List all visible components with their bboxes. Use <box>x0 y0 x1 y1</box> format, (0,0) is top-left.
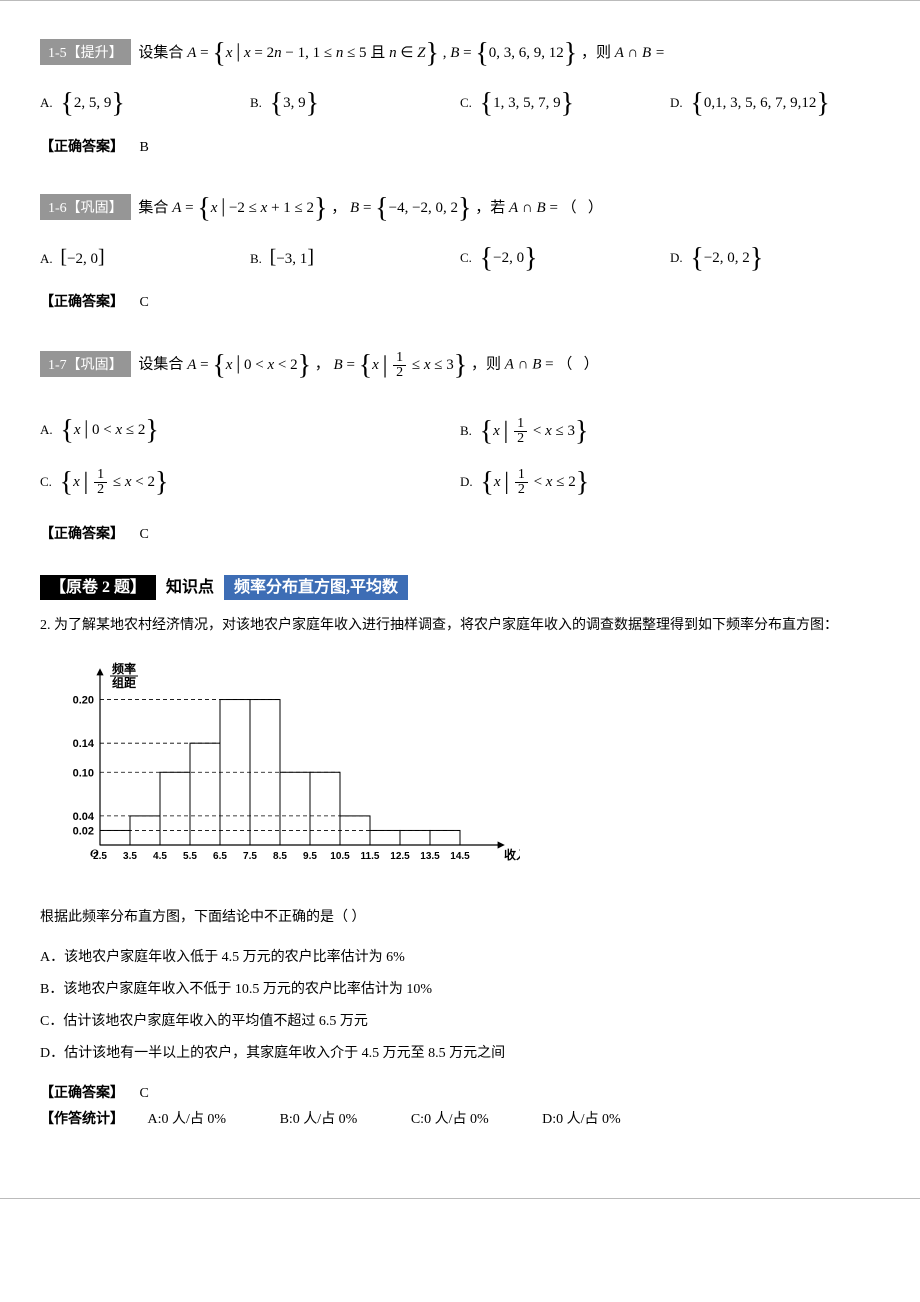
svg-text:10.5: 10.5 <box>330 851 350 862</box>
answer-1-5: 【正确答案】 B <box>40 136 880 156</box>
tag-1-7: 1-7【巩固】 <box>40 351 131 377</box>
svg-text:11.5: 11.5 <box>361 851 380 862</box>
stem-math: A = {x | x = 2n − 1, 1 ≤ n ≤ 5 且 n ∈ Z} … <box>187 45 581 61</box>
svg-text:9.5: 9.5 <box>303 851 317 862</box>
answer-label: 【正确答案】 <box>40 527 124 542</box>
answer-label: 【正确答案】 <box>40 295 124 310</box>
svg-text:4.5: 4.5 <box>153 851 167 862</box>
stem-1-5: 设集合 A = {x | x = 2n − 1, 1 ≤ n ≤ 5 且 n ∈… <box>138 45 665 61</box>
svg-text:0.14: 0.14 <box>73 738 95 750</box>
stats-2: 【作答统计】 A:0 人/占 0% B:0 人/占 0% C:0 人/占 0% … <box>40 1108 880 1128</box>
opt-B: B. {3, 9} <box>250 85 460 122</box>
svg-text:频率: 频率 <box>112 661 136 676</box>
opt-B: B. [−3, 1] <box>250 240 460 277</box>
tag-1-6: 1-6【巩固】 <box>40 194 131 220</box>
svg-text:0.04: 0.04 <box>73 811 95 823</box>
options-1-5: A. {2, 5, 9} B. {3, 9} C. {1, 3, 5, 7, 9… <box>40 85 880 122</box>
svg-text:O: O <box>90 846 99 860</box>
opt-D: D. {x | 12 < x ≤ 2} <box>460 462 880 503</box>
answer-label: 【正确答案】 <box>40 1086 124 1101</box>
q2-opt-A: A．该地农户家庭年收入低于 4.5 万元的农户比率估计为 6% <box>40 944 880 972</box>
answer-2: 【正确答案】 C <box>40 1082 880 1102</box>
svg-text:0.02: 0.02 <box>73 825 94 837</box>
stem-pre: 设集合 <box>138 45 187 61</box>
header-blue: 频率分布直方图,平均数 <box>224 575 408 600</box>
stem-post: ，则 <box>471 357 505 373</box>
stem-1-6: 集合 A = {x | −2 ≤ x + 1 ≤ 2} ， B = {−4, −… <box>138 200 603 216</box>
question-2: 2. 为了解某地农村经济情况，对该地农户家庭年收入进行抽样调查，将农户家庭年收入… <box>40 613 880 1127</box>
q2-header: 【原卷 2 题】 知识点 频率分布直方图,平均数 <box>40 573 880 597</box>
chart-svg: 频率组距0.020.040.100.140.202.53.54.55.56.57… <box>40 650 520 880</box>
header-mid: 知识点 <box>166 579 214 596</box>
svg-text:0.10: 0.10 <box>73 767 94 779</box>
answer-value: C <box>140 527 149 542</box>
answer-label: 【正确答案】 <box>40 140 124 155</box>
opt-A: A. {x | 0 < x ≤ 2} <box>40 411 460 452</box>
histogram-chart: 频率组距0.020.040.100.140.202.53.54.55.56.57… <box>40 650 880 885</box>
opt-C: C. {x | 12 ≤ x < 2} <box>40 462 460 503</box>
answer-1-6: 【正确答案】 C <box>40 291 880 311</box>
q2-opt-C: C．估计该地农户家庭年收入的平均值不超过 6.5 万元 <box>40 1008 880 1036</box>
svg-text:12.5: 12.5 <box>390 851 410 862</box>
q2-body-text: 为了解某地农村经济情况，对该地农户家庭年收入进行抽样调查，将农户家庭年收入的调查… <box>54 618 838 633</box>
header-black: 【原卷 2 题】 <box>40 575 156 600</box>
svg-text:3.5: 3.5 <box>123 851 137 862</box>
svg-text:6.5: 6.5 <box>213 851 227 862</box>
q2-opt-D: D．估计该地有一半以上的农户，其家庭年收入介于 4.5 万元至 8.5 万元之间 <box>40 1040 880 1068</box>
svg-text:0.20: 0.20 <box>73 695 94 707</box>
svg-text:14.5: 14.5 <box>450 851 470 862</box>
svg-text:5.5: 5.5 <box>183 851 197 862</box>
opt-A: A. {2, 5, 9} <box>40 85 250 122</box>
options-1-6: A. [−2, 0] B. [−3, 1] C. {−2, 0} D. {−2,… <box>40 240 880 277</box>
stem-post: ，若 <box>475 200 509 216</box>
answer-value: B <box>140 140 149 155</box>
question-1-5: 1-5【提升】 设集合 A = {x | x = 2n − 1, 1 ≤ n ≤… <box>40 31 880 156</box>
stats-B: B:0 人/占 0% <box>280 1112 358 1127</box>
q2-opt-B: B．该地农户家庭年收入不低于 10.5 万元的农户比率估计为 10% <box>40 976 880 1004</box>
opt-C: C. {−2, 0} <box>460 240 670 277</box>
answer-value: C <box>140 1086 149 1101</box>
stem-1-7: 设集合 A = {x | 0 < x < 2} ， B = {x | 12 ≤ … <box>138 357 598 373</box>
svg-text:收入/万元: 收入/万元 <box>504 847 520 862</box>
tag-1-5: 1-5【提升】 <box>40 39 131 65</box>
q2-conclusion: 根据此频率分布直方图，下面结论中不正确的是（ ） <box>40 905 880 932</box>
page: 1-5【提升】 设集合 A = {x | x = 2n − 1, 1 ≤ n ≤… <box>0 0 920 1199</box>
stats-C: C:0 人/占 0% <box>411 1112 489 1127</box>
opt-C: C. {1, 3, 5, 7, 9} <box>460 85 670 122</box>
svg-text:组距: 组距 <box>112 675 136 690</box>
stats-A: A:0 人/占 0% <box>148 1112 227 1127</box>
svg-text:8.5: 8.5 <box>273 851 287 862</box>
stem-mid: ， <box>315 357 334 373</box>
answer-1-7: 【正确答案】 C <box>40 523 880 543</box>
question-1-6: 1-6【巩固】 集合 A = {x | −2 ≤ x + 1 ≤ 2} ， B … <box>40 186 880 311</box>
svg-text:13.5: 13.5 <box>420 851 440 862</box>
q2-body: 2. 为了解某地农村经济情况，对该地农户家庭年收入进行抽样调查，将农户家庭年收入… <box>40 613 880 640</box>
question-1-7: 1-7【巩固】 设集合 A = {x | 0 < x < 2} ， B = {x… <box>40 341 880 543</box>
opt-D: D. {0,1, 3, 5, 6, 7, 9,12} <box>670 85 880 122</box>
opt-B: B. {x | 12 < x ≤ 3} <box>460 411 880 452</box>
stats-label: 【作答统计】 <box>40 1112 124 1127</box>
opt-D: D. {−2, 0, 2} <box>670 240 880 277</box>
q2-options: A．该地农户家庭年收入低于 4.5 万元的农户比率估计为 6% B．该地农户家庭… <box>40 944 880 1068</box>
stem-post: ，则 <box>581 45 615 61</box>
stem-tail: A ∩ B = <box>615 45 665 61</box>
stem-pre: 集合 <box>138 200 172 216</box>
stem-pre: 设集合 <box>138 357 187 373</box>
svg-text:7.5: 7.5 <box>243 851 257 862</box>
stats-D: D:0 人/占 0% <box>542 1112 621 1127</box>
options-1-7: A. {x | 0 < x ≤ 2} B. {x | 12 < x ≤ 3} C… <box>40 411 880 503</box>
answer-value: C <box>140 295 149 310</box>
q2-num: 2. <box>40 618 51 633</box>
opt-A: A. [−2, 0] <box>40 240 250 277</box>
